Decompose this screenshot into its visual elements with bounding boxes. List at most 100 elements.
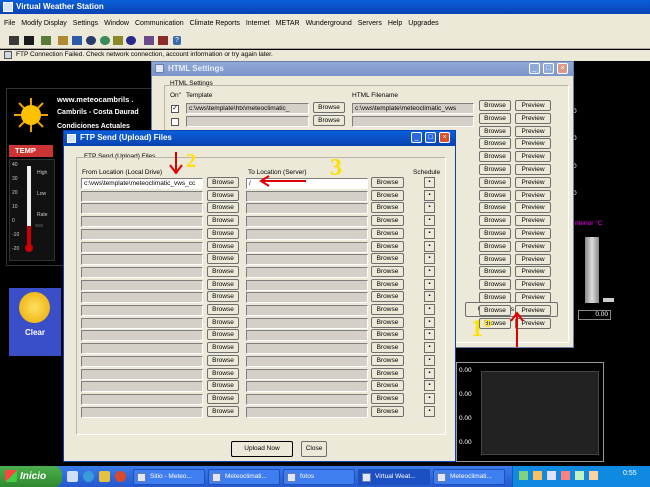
preview-button[interactable]: Preview [515,164,551,175]
preview-button[interactable]: Preview [515,253,551,265]
from-browse-button[interactable]: Browse [207,367,239,379]
camera-icon[interactable] [144,36,154,45]
to-browse-button[interactable]: Browse [371,265,404,277]
to-browse-button[interactable]: Browse [371,253,404,265]
to-browse-button[interactable]: Browse [371,405,404,417]
browse-button[interactable]: Browse [479,215,511,227]
media-icon[interactable] [99,471,110,482]
browse-button[interactable]: Browse [479,125,511,137]
to-location-field[interactable] [246,203,368,215]
print-icon[interactable] [9,36,19,45]
from-browse-button[interactable]: Browse [207,253,239,265]
to-location-field[interactable] [246,343,368,355]
globe-icon[interactable] [86,36,96,45]
to-location-field[interactable] [246,355,368,367]
template-field[interactable]: c:\vws\template\htx\meteoclimatic_ [186,103,309,114]
template-field[interactable] [186,116,309,127]
to-location-field[interactable] [246,406,368,418]
taskbar-item[interactable]: Virtual Weat... [358,469,430,485]
clock[interactable]: 0:55 [623,470,637,477]
taskbar-item[interactable]: Sitio - Meteo... [133,469,205,485]
to-browse-button[interactable]: Browse [371,367,404,379]
menu-item[interactable]: File [4,20,15,27]
to-browse-button[interactable]: Browse [371,227,404,239]
from-browse-button[interactable]: Browse [207,227,239,239]
upload-now-button[interactable]: Upload Now [231,441,293,457]
from-browse-button[interactable]: Browse [207,304,239,315]
from-location-field[interactable] [81,330,203,342]
from-location-field[interactable] [81,305,203,316]
to-location-field[interactable] [246,317,368,329]
preview-button[interactable]: Preview [515,138,551,150]
from-location-field[interactable] [81,406,203,418]
to-location-field[interactable] [246,266,368,278]
preview-button[interactable]: Preview [515,125,551,137]
from-location-field[interactable] [81,190,203,202]
preview-button[interactable]: Preview [515,266,551,278]
to-browse-button[interactable]: Browse [371,329,404,341]
from-browse-button[interactable]: Browse [207,265,239,277]
from-location-field[interactable] [81,241,203,253]
back-icon[interactable] [41,36,51,45]
from-location-field[interactable] [81,254,203,266]
from-browse-button[interactable]: Browse [207,342,239,354]
filename-field[interactable]: c:\vws\template\meteoclimatic_vws [352,103,474,114]
menu-item[interactable]: Internet [246,20,270,27]
to-location-field[interactable] [246,241,368,253]
taskbar-item[interactable]: Meteoclimati... [433,469,505,485]
maximize-button[interactable]: □ [425,132,436,143]
to-location-field[interactable] [246,305,368,316]
browse-button[interactable]: Browse [479,292,511,303]
minimize-button[interactable]: _ [411,132,422,143]
preview-button[interactable]: Preview [515,240,551,252]
sun-icon[interactable] [113,36,123,45]
browse-button[interactable]: Browse [479,240,511,252]
from-browse-button[interactable]: Browse [207,278,239,290]
to-browse-button[interactable]: Browse [371,304,404,315]
to-location-field[interactable] [246,330,368,342]
graph-icon[interactable] [72,36,82,45]
from-browse-button[interactable]: Browse [207,392,239,404]
from-browse-button[interactable]: Browse [207,215,239,227]
save-icon[interactable] [24,36,34,45]
moon-icon[interactable] [126,36,136,45]
to-browse-button[interactable]: Browse [371,189,404,201]
schedule-button[interactable]: ▪ [424,405,435,417]
preview-button[interactable]: Preview [515,279,551,291]
schedule-button[interactable]: ▪ [424,329,435,341]
browse-button[interactable]: Browse [479,253,511,265]
schedule-button[interactable]: ▪ [424,304,435,315]
menu-item[interactable]: Help [388,20,402,27]
schedule-button[interactable]: ▪ [424,380,435,392]
desktop-icon[interactable] [67,471,78,482]
schedule-button[interactable]: ▪ [424,240,435,252]
tray-icon[interactable] [561,471,570,480]
tray-icon[interactable] [547,471,556,480]
menu-item[interactable]: Window [104,20,129,27]
preview-button[interactable]: Preview [515,189,551,201]
from-location-field[interactable] [81,203,203,215]
menu-item[interactable]: Servers [358,20,382,27]
from-location-field[interactable] [81,355,203,367]
to-location-field[interactable] [246,216,368,228]
preview-button[interactable]: Preview [515,112,551,124]
menu-item[interactable]: Wunderground [306,20,352,27]
menu-item[interactable]: Settings [73,20,98,27]
from-browse-button[interactable]: Browse [207,202,239,214]
preview-button[interactable]: Preview [515,202,551,214]
to-browse-button[interactable]: Browse [371,240,404,252]
enable-checkbox[interactable]: ✓ [171,105,179,113]
browse-button[interactable]: Browse [479,112,511,124]
to-browse-button[interactable]: Browse [371,354,404,366]
to-browse-button[interactable]: Browse [371,177,404,188]
earth-icon[interactable] [100,36,110,45]
schedule-button[interactable]: ▪ [424,189,435,201]
schedule-button[interactable]: ▪ [424,342,435,354]
messenger-icon[interactable] [115,471,126,482]
schedule-button[interactable]: ▪ [424,177,435,188]
browse-button[interactable]: Browse [479,189,511,201]
to-location-field[interactable] [246,292,368,304]
menu-item[interactable]: Modify Display [21,20,67,27]
from-browse-button[interactable]: Browse [207,240,239,252]
from-browse-button[interactable]: Browse [207,354,239,366]
